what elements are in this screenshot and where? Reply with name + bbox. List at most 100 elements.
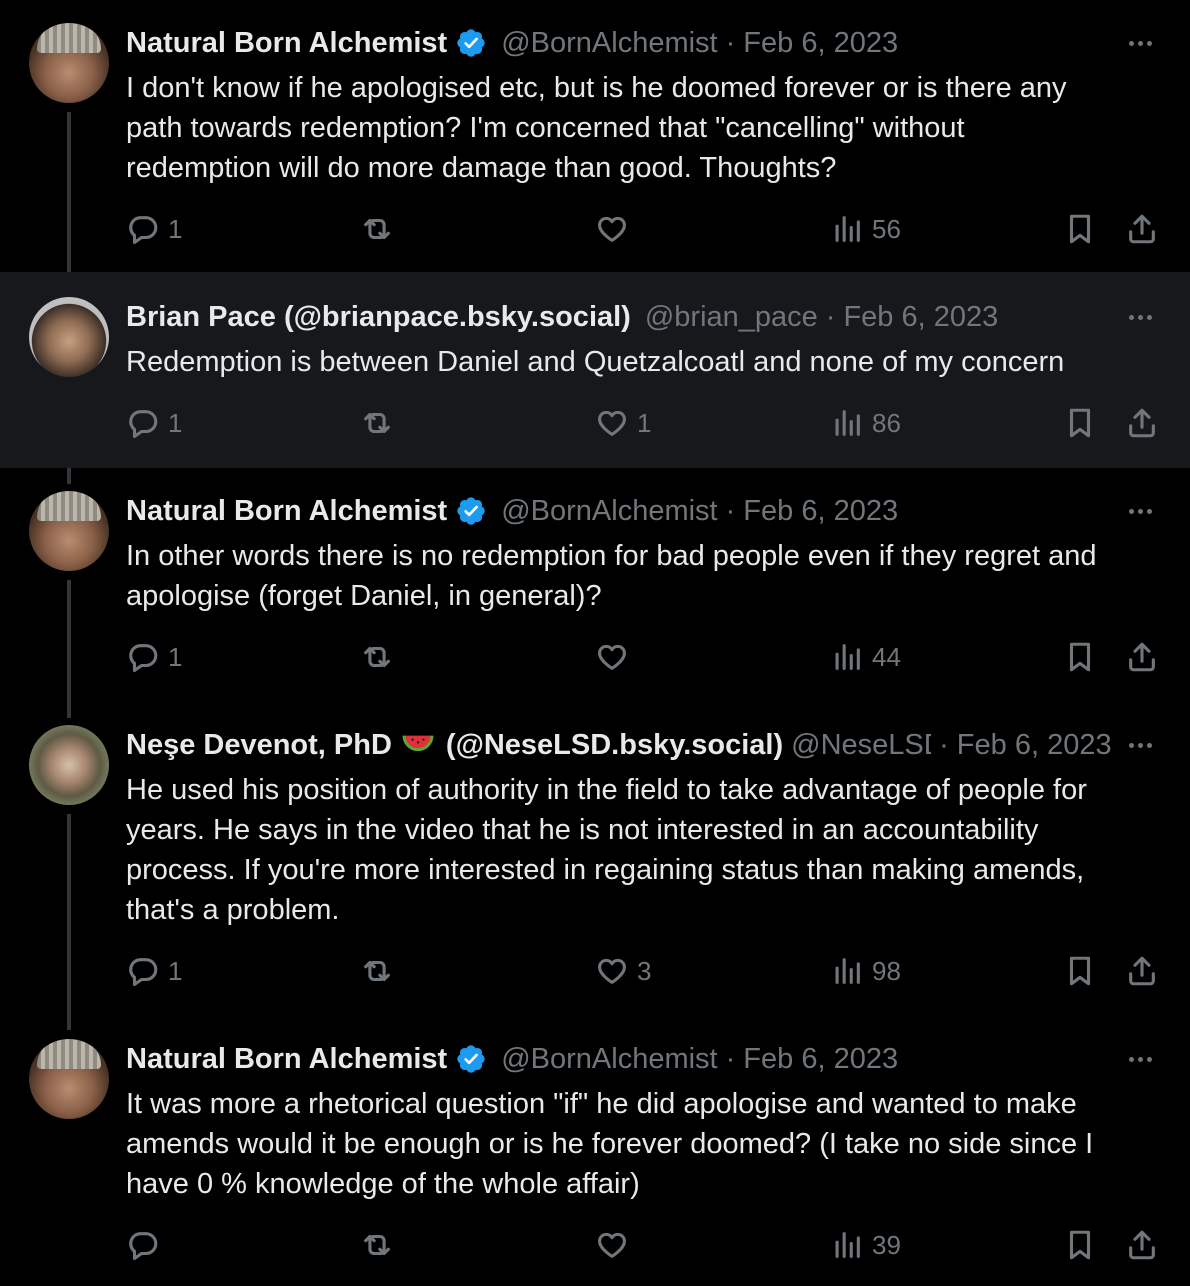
avatar[interactable] [29,297,109,377]
author-handle[interactable]: @BornAlchemist [501,495,717,528]
like-button[interactable] [595,1228,629,1262]
repost-button[interactable] [360,640,394,674]
verified-badge-icon[interactable] [455,1043,487,1075]
author-name-suffix[interactable]: (@NeseLSD.bsky.social) [446,729,783,762]
share-button[interactable] [1125,212,1159,246]
bookmark-icon [1069,408,1091,438]
bookmark-button[interactable] [1063,1228,1097,1262]
share-button[interactable] [1125,1228,1159,1262]
author-name[interactable]: Natural Born Alchemist [126,495,447,528]
avatar[interactable] [29,23,109,103]
tweet-header: Natural Born Alchemist @BornAlchemist · … [126,26,899,60]
tweet[interactable]: Neşe Devenot, PhD (@NeseLSD.bsky.social)… [0,702,1190,1016]
bookmark-button[interactable] [1063,406,1097,440]
tweet-text: I don't know if he apologised etc, but i… [126,72,1067,184]
more-icon[interactable] [1120,726,1160,764]
tweet-header: Neşe Devenot, PhD (@NeseLSD.bsky.social)… [126,726,1160,764]
bookmark-button[interactable] [1063,212,1097,246]
action-bar: 1 44 [0,640,1190,680]
tweet-date[interactable]: Feb 6, 2023 [743,1043,898,1076]
avatar[interactable] [29,1039,109,1119]
more-icon[interactable] [1120,492,1160,530]
reply-button[interactable] [126,1228,160,1262]
repost-button[interactable] [360,954,394,988]
avatar[interactable] [29,491,109,571]
author-handle[interactable]: @NeseLSD [791,729,931,762]
action-bar: 1 1 86 [0,406,1190,446]
author-name[interactable]: Neşe Devenot, PhD [126,729,392,762]
views-button[interactable]: 44 [830,640,901,674]
verified-badge-icon[interactable] [455,27,487,59]
reply-button[interactable]: 1 [126,212,182,246]
author-handle[interactable]: @brian_pace [645,301,818,334]
tweet-date[interactable]: Feb 6, 2023 [743,495,898,528]
repost-button[interactable] [360,1228,394,1262]
views-button[interactable]: 98 [830,954,901,988]
watermelon-emoji [402,726,434,764]
tweet-header: Brian Pace (@brianpace.bsky.social) @bri… [126,300,999,334]
share-button[interactable] [1125,640,1159,674]
author-name[interactable]: Brian Pace (@brianpace.bsky.social) [126,301,631,334]
bookmark-icon [1069,1230,1091,1260]
author-name[interactable]: Natural Born Alchemist [126,27,447,60]
reply-button[interactable]: 1 [126,640,182,674]
like-button[interactable] [595,212,629,246]
heart-icon [598,644,626,670]
like-button[interactable] [595,640,629,674]
views-button[interactable]: 86 [830,406,901,440]
views-button[interactable]: 56 [830,212,901,246]
tweet-date[interactable]: Feb 6, 2023 [957,729,1112,762]
bookmark-button[interactable] [1063,640,1097,674]
share-button[interactable] [1125,954,1159,988]
reply-icon [129,644,158,673]
reply-button[interactable]: 1 [126,954,182,988]
tweet[interactable]: Natural Born Alchemist @BornAlchemist · … [0,0,1190,272]
analytics-icon [835,958,860,984]
heart-icon [598,216,626,242]
repost-button[interactable] [360,212,394,246]
action-bar: 1 3 98 [0,954,1190,994]
bookmark-icon [1069,642,1091,672]
reply-icon [129,216,158,245]
tweet-header: Natural Born Alchemist @BornAlchemist · … [126,1042,899,1076]
share-icon [1129,214,1155,244]
more-icon[interactable] [1120,298,1160,336]
action-bar: 39 [0,1228,1190,1268]
repost-icon [364,1234,390,1256]
reply-icon [129,410,158,439]
views-button[interactable]: 39 [830,1228,901,1262]
heart-icon [598,1232,626,1258]
more-icon[interactable] [1120,1040,1160,1078]
analytics-icon [835,216,860,242]
tweet-date[interactable]: Feb 6, 2023 [843,301,998,334]
reply-icon [129,958,158,987]
bookmark-button[interactable] [1063,954,1097,988]
avatar[interactable] [29,725,109,805]
tweet-text: Redemption is between Daniel and Quetzal… [126,346,1065,378]
tweet-date[interactable]: Feb 6, 2023 [743,27,898,60]
author-name[interactable]: Natural Born Alchemist [126,1043,447,1076]
share-icon [1129,1230,1155,1260]
more-icon[interactable] [1120,24,1160,62]
tweet[interactable]: Brian Pace (@brianpace.bsky.social) @bri… [0,272,1190,468]
repost-button[interactable] [360,406,394,440]
reply-button[interactable]: 1 [126,406,182,440]
share-button[interactable] [1125,406,1159,440]
repost-icon [364,646,390,668]
tweet-text: It was more a rhetorical question "if" h… [126,1088,1094,1200]
share-icon [1129,408,1155,438]
repost-icon [364,960,390,982]
heart-icon [598,958,626,984]
verified-badge-icon[interactable] [455,495,487,527]
like-button[interactable]: 3 [595,954,651,988]
like-button[interactable]: 1 [595,406,651,440]
analytics-icon [835,1232,860,1258]
share-icon [1129,642,1155,672]
repost-icon [364,218,390,240]
author-handle[interactable]: @BornAlchemist [501,1043,717,1076]
tweet[interactable]: Natural Born Alchemist @BornAlchemist · … [0,1016,1190,1286]
heart-icon [598,410,626,436]
tweet[interactable]: Natural Born Alchemist @BornAlchemist · … [0,468,1190,702]
author-handle[interactable]: @BornAlchemist [501,27,717,60]
tweet-text: He used his position of authority in the… [126,774,1087,926]
